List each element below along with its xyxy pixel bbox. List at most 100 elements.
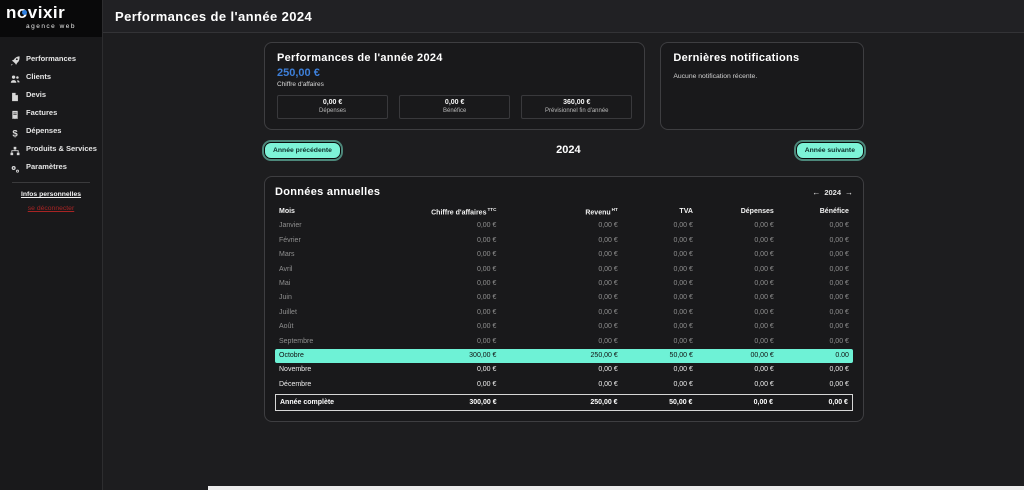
brand-name: novixir (6, 3, 96, 23)
month-cell: Février (275, 234, 391, 248)
rocket-icon (10, 53, 20, 63)
total-value-cell: 50,00 € (622, 394, 697, 411)
table-head-bar: Données annuelles ← 2024 → (275, 186, 853, 198)
value-cell: 0,00 € (697, 248, 778, 262)
logo-o-dot-icon (22, 10, 27, 15)
metric-label: Dépenses (280, 108, 385, 114)
value-cell: 0,00 € (778, 378, 853, 392)
value-cell: 0,00 € (500, 291, 621, 305)
brand-logo[interactable]: novixir agence web (0, 0, 102, 37)
month-cell: Juillet (275, 306, 391, 320)
table-row-octobre[interactable]: Octobre300,00 €250,00 €50,00 €00,00 €0.0… (275, 349, 853, 363)
notifications-card: Dernières notifications Aucune notificat… (660, 42, 864, 130)
table-header-row: MoisChiffre d'affairesTTCRevenuHTTVADépe… (275, 205, 853, 219)
value-cell: 0,00 € (500, 363, 621, 377)
value-cell: 0,00 € (622, 320, 697, 334)
value-cell: 0,00 € (697, 306, 778, 320)
metric-box: 360,00 €Prévisionnel fin d'année (521, 95, 632, 119)
table-row-janvier[interactable]: Janvier0,00 €0,00 €0,00 €0,00 €0,00 € (275, 219, 853, 233)
column-sup: HT (612, 207, 618, 212)
brand-tagline: agence web (6, 23, 96, 30)
sidebar-item-performances[interactable]: Performances (0, 49, 102, 67)
table-next-year-arrow-icon[interactable]: → (845, 188, 853, 197)
sidebar-item-label: Devis (26, 90, 46, 99)
next-year-button[interactable]: Année suivante (796, 142, 864, 159)
table-row-mai[interactable]: Mai0,00 €0,00 €0,00 €0,00 €0,00 € (275, 277, 853, 291)
value-cell: 0,00 € (697, 277, 778, 291)
value-cell: 0,00 € (622, 219, 697, 233)
value-cell: 0,00 € (778, 248, 853, 262)
table-row-avril[interactable]: Avril0,00 €0,00 €0,00 €0,00 €0,00 € (275, 263, 853, 277)
table-prev-year-arrow-icon[interactable]: ← (812, 188, 820, 197)
sidebar-footer-links: Infos personnelles se déconnecter (0, 191, 102, 212)
month-cell: Septembre (275, 335, 391, 349)
value-cell: 0,00 € (391, 263, 501, 277)
table-row-mars[interactable]: Mars0,00 €0,00 €0,00 €0,00 €0,00 € (275, 248, 853, 262)
sidebar-item-label: Produits & Services (26, 144, 97, 153)
table-row-décembre[interactable]: Décembre0,00 €0,00 €0,00 €0,00 €0,00 € (275, 378, 853, 392)
column-header: TVA (622, 205, 697, 219)
total-value-cell: 0,00 € (696, 394, 777, 411)
sidebar-item-parametres[interactable]: Paramètres (0, 157, 102, 175)
column-label: Chiffre d'affaires (431, 210, 486, 217)
table-row-novembre[interactable]: Novembre0,00 €0,00 €0,00 €0,00 €0,00 € (275, 363, 853, 377)
sidebar-item-depenses[interactable]: $ Dépenses (0, 121, 102, 139)
value-cell: 0,00 € (697, 378, 778, 392)
main-content: Performances de l'année 2024 250,00 € Ch… (104, 34, 1024, 490)
value-cell: 0,00 € (622, 234, 697, 248)
sitemap-icon (10, 143, 20, 153)
column-label: TVA (679, 208, 692, 215)
logout-link[interactable]: se déconnecter (0, 205, 102, 212)
column-header: Dépenses (697, 205, 778, 219)
column-label: Bénéfice (820, 208, 849, 215)
value-cell: 0,00 € (778, 263, 853, 277)
previous-year-button[interactable]: Année précédente (264, 142, 341, 159)
value-cell: 0,00 € (391, 335, 501, 349)
sidebar-item-devis[interactable]: Devis (0, 85, 102, 103)
gears-icon (10, 161, 20, 171)
value-cell: 50,00 € (622, 349, 697, 363)
month-cell: Mars (275, 248, 391, 262)
sidebar-item-factures[interactable]: Factures (0, 103, 102, 121)
table-row-septembre[interactable]: Septembre0,00 €0,00 €0,00 €0,00 €0,00 € (275, 335, 853, 349)
sidebar-item-label: Dépenses (26, 126, 61, 135)
month-cell: Mai (275, 277, 391, 291)
horizontal-scrollbar[interactable] (208, 486, 1024, 490)
value-cell: 0,00 € (778, 306, 853, 320)
table-row-juin[interactable]: Juin0,00 €0,00 €0,00 €0,00 €0,00 € (275, 291, 853, 305)
value-cell: 0,00 € (778, 363, 853, 377)
value-cell: 0,00 € (622, 263, 697, 277)
value-cell: 0,00 € (391, 234, 501, 248)
annual-data-table: MoisChiffre d'affairesTTCRevenuHTTVADépe… (275, 205, 853, 411)
value-cell: 0,00 € (500, 263, 621, 277)
column-label: Mois (279, 208, 295, 215)
value-cell: 0,00 € (391, 219, 501, 233)
dollar-icon: $ (10, 125, 20, 135)
sidebar: novixir agence web PerformancesClients De… (0, 0, 103, 490)
value-cell: 0,00 € (622, 335, 697, 349)
sidebar-item-produits-services[interactable]: Produits & Services (0, 139, 102, 157)
value-cell: 0,00 € (500, 320, 621, 334)
value-cell: 0,00 € (500, 306, 621, 320)
value-cell: 0,00 € (391, 306, 501, 320)
value-cell: 0,00 € (391, 291, 501, 305)
metric-value: 0,00 € (402, 99, 507, 106)
metric-label: Prévisionnel fin d'année (524, 108, 629, 114)
value-cell: 0,00 € (622, 248, 697, 262)
sidebar-divider (12, 182, 90, 183)
sidebar-item-clients[interactable]: Clients (0, 67, 102, 85)
total-value-cell: 0,00 € (777, 394, 852, 411)
notifications-card-title: Dernières notifications (673, 52, 851, 64)
personal-info-link[interactable]: Infos personnelles (0, 191, 102, 198)
table-row-février[interactable]: Février0,00 €0,00 €0,00 €0,00 €0,00 € (275, 234, 853, 248)
month-cell: Janvier (275, 219, 391, 233)
metric-value: 0,00 € (280, 99, 385, 106)
table-row-août[interactable]: Août0,00 €0,00 €0,00 €0,00 €0,00 € (275, 320, 853, 334)
column-label: Revenu (585, 210, 610, 217)
month-cell: Juin (275, 291, 391, 305)
value-cell: 0,00 € (391, 363, 501, 377)
table-row-juillet[interactable]: Juillet0,00 €0,00 €0,00 €0,00 €0,00 € (275, 306, 853, 320)
value-cell: 0,00 € (500, 248, 621, 262)
value-cell: 0,00 € (778, 234, 853, 248)
summary-cards-row: Performances de l'année 2024 250,00 € Ch… (264, 42, 864, 130)
